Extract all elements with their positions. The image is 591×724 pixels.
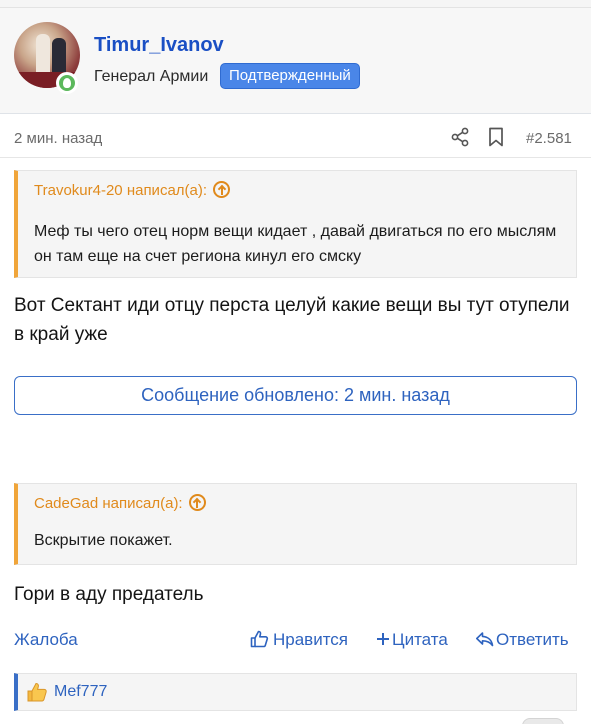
plus-icon [377,632,389,645]
post-number-link[interactable]: #2.581 [526,130,572,147]
user-online-icon [56,72,78,94]
quote-block-1: Travokur4-20 написал(а): Меф ты чего оте… [14,170,577,278]
post-text-2: Гори в аду предатель [14,584,204,605]
quote-header-1[interactable]: Travokur4-20 написал(а): [18,171,576,211]
likes-list: Mef777 [14,673,577,711]
reply-label: Ответить [496,630,569,649]
post-timestamp[interactable]: 2 мин. назад [14,130,102,147]
avatar-figure-1 [36,34,50,74]
like-label: Нравится [273,630,349,649]
liker-username[interactable]: Mef777 [54,683,107,701]
quote-button[interactable]: Цитата [376,630,448,650]
message-updated-button[interactable]: Сообщение обновлено: 2 мин. назад [14,376,577,415]
like-button[interactable]: Нравится [250,630,348,650]
quote-text-2: Вскрытие покажет. [34,532,173,549]
author-rank: Генерал Армии [94,68,209,85]
bookmark-icon[interactable] [488,127,504,147]
avatar-figure-2 [52,38,66,74]
report-link[interactable]: Жалоба [14,630,78,650]
post-text-1: Вот Сектант иди отцу перста целуй какие … [14,295,570,345]
post-author-block: Timur_Ivanov Генерал Армии Подтвержденны… [0,8,591,114]
reply-button[interactable]: Ответить [475,630,569,650]
scroll-to-top-button[interactable] [522,718,564,724]
top-strip [0,0,591,8]
quote-author-1[interactable]: Travokur4-20 написал(а): [34,182,207,199]
quote-text-1: Меф ты чего отец норм вещи кидает , дава… [34,223,557,265]
post-actions-bar: Жалоба Нравится Цитата Ответить [0,626,591,656]
quote-header-2[interactable]: CadeGad написал(а): [18,484,576,524]
post-meta-row: 2 мин. назад #2.581 [0,118,591,158]
quote-block-2: CadeGad написал(а): Вскрытие покажет. [14,483,577,565]
share-icon[interactable] [450,127,470,147]
thumbs-up-icon [250,630,269,647]
reply-arrow-icon [476,631,494,646]
verified-badge: Подтвержденный [220,63,360,89]
arrow-up-circle-icon[interactable] [188,493,206,511]
quote-author-2[interactable]: CadeGad написал(а): [34,495,183,512]
quote-label: Цитата [392,630,448,649]
report-label: Жалоба [14,630,78,649]
arrow-up-circle-icon[interactable] [213,180,231,198]
author-username[interactable]: Timur_Ivanov [94,34,224,57]
thumbs-up-icon [27,682,47,702]
